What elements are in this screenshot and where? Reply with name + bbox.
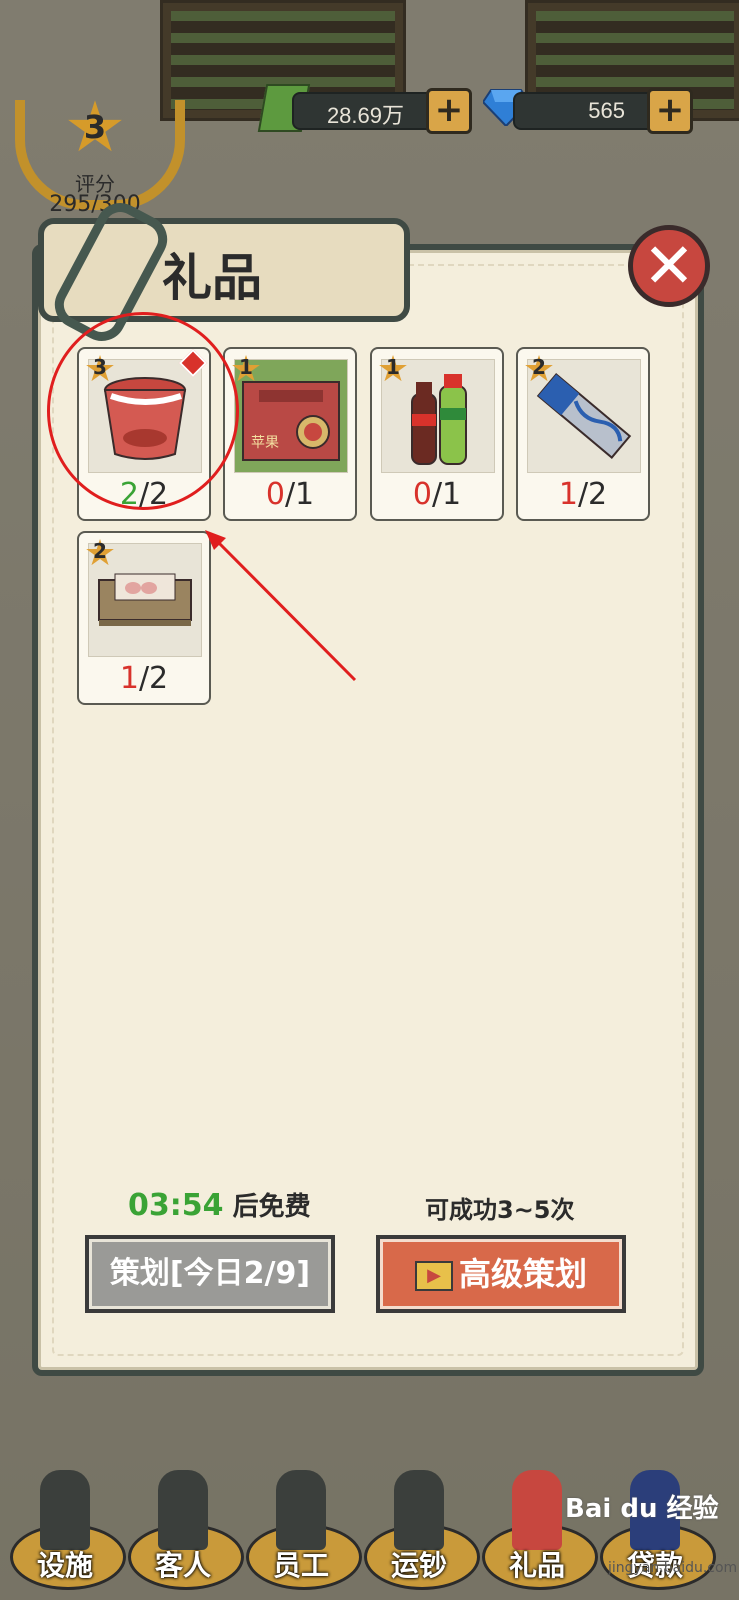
timer-suffix: 后免费 (232, 1192, 311, 1222)
atm-icon (40, 1470, 90, 1550)
customer-icon (158, 1470, 208, 1550)
score-level: 3 (83, 108, 107, 146)
staff-icon (276, 1470, 326, 1550)
annotation-circle (47, 312, 239, 510)
gift-have: 1 (119, 661, 139, 696)
apple-label: 苹果 (251, 435, 279, 451)
gift-total: /1 (431, 477, 462, 512)
nav-customers[interactable]: 客人 (128, 1470, 244, 1590)
gift-card-snack-bar[interactable]: ★ 2 1/2 (516, 347, 650, 521)
money-value: 28.69万 (326, 103, 404, 128)
baidu-watermark: Bai du 经验 (565, 1494, 719, 1524)
plan-button[interactable]: 策划[今日2/9] (85, 1235, 335, 1313)
gift-total: /2 (138, 661, 169, 696)
gift-card-soda-bottles[interactable]: ★ 1 0/1 (370, 347, 504, 521)
gift-have: 0 (412, 477, 432, 512)
gift-total: /2 (577, 477, 608, 512)
panel-title: 礼品 (162, 249, 262, 307)
gift-total: /1 (284, 477, 315, 512)
cash-truck-icon (394, 1470, 444, 1550)
video-play-icon: ▶ (414, 1261, 453, 1291)
handbag-icon (512, 1470, 562, 1550)
free-timer: 03:54 后免费 (128, 1186, 311, 1223)
gift-have: 0 (265, 477, 285, 512)
panel-title-tab: 礼品 (38, 194, 410, 350)
timer-value: 03:54 (128, 1188, 224, 1223)
advanced-plan-button[interactable]: ▶ 高级策划 (376, 1235, 626, 1313)
gem-counter: 565 + (483, 84, 693, 134)
nav-staff[interactable]: 员工 (246, 1470, 362, 1590)
gift-card-apple-box[interactable]: 苹果 ★ 1 0/1 (223, 347, 357, 521)
close-button[interactable]: ✕ (628, 225, 710, 307)
money-counter: 28.69万 + (257, 84, 472, 134)
nav-cash-transport[interactable]: 运钞 (364, 1470, 480, 1590)
advanced-plan-label: 高级策划 (458, 1255, 587, 1293)
success-chance-text: 可成功3~5次 (425, 1196, 575, 1224)
nav-facilities[interactable]: 设施 (10, 1470, 126, 1590)
gem-value: 565 (588, 98, 625, 123)
gift-card-egg-tray[interactable]: ★ 2 1/2 (77, 531, 211, 705)
add-gems-button[interactable]: + (647, 88, 693, 134)
score-badge[interactable]: ★ 3 评分 295/300 (15, 80, 185, 220)
add-money-button[interactable]: + (426, 88, 472, 134)
watermark-url: jingyan.baidu.com (608, 1560, 738, 1576)
score-value: 295/300 (49, 192, 141, 217)
gift-have: 1 (558, 477, 578, 512)
